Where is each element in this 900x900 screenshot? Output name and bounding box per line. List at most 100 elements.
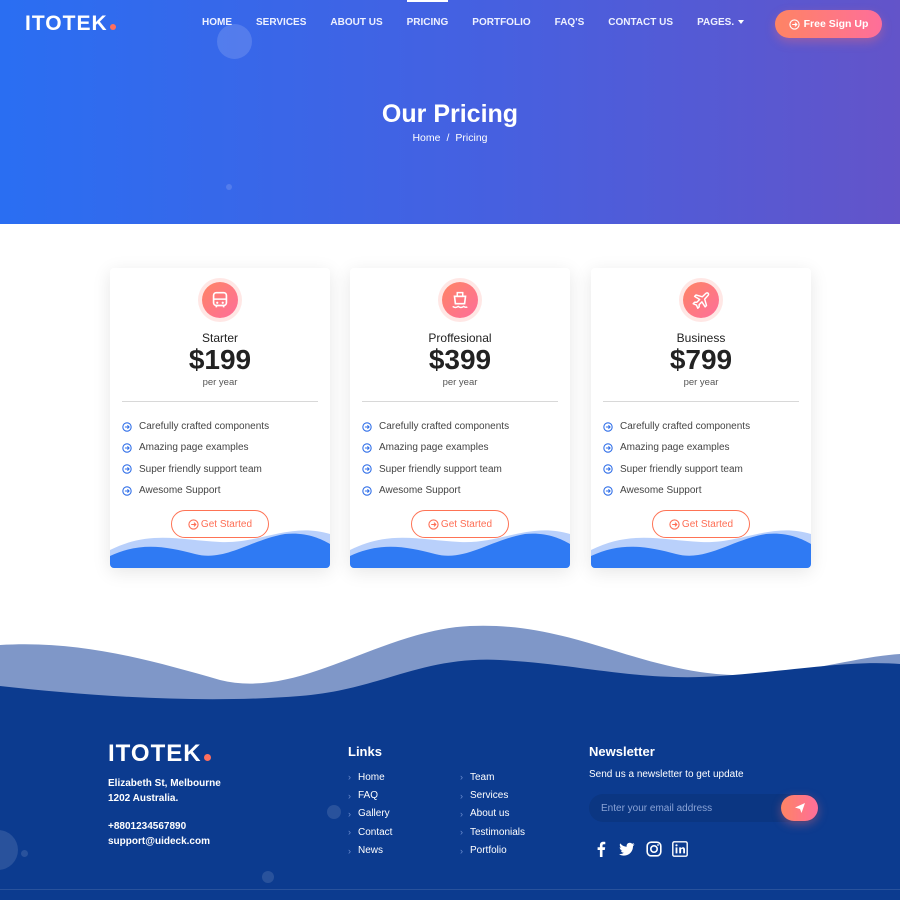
site-logo[interactable]: ITOTEK (25, 12, 116, 36)
pricing-card-starter: Starter $199 per year Carefully crafted … (110, 268, 330, 568)
feature-list: Carefully crafted components Amazing pag… (603, 416, 750, 501)
feature-item: Super friendly support team (603, 459, 750, 480)
footer-email[interactable]: support@uideck.com (108, 835, 210, 850)
airplane-icon (683, 282, 719, 318)
feature-item: Amazing page examples (362, 437, 509, 458)
arrow-circle-right-icon (428, 518, 439, 530)
arrow-circle-right-icon (362, 443, 372, 453)
footer-link-label: Contact (358, 826, 393, 838)
footer-logo[interactable]: ITOTEK (108, 740, 211, 768)
breadcrumb: Home / Pricing (0, 132, 900, 144)
footer-phone[interactable]: +8801234567890 (108, 820, 210, 835)
chevron-right-icon: › (460, 808, 463, 819)
footer-links-col1: › Home › FAQ › Gallery › Contact › News (348, 768, 392, 860)
nav-contact-us[interactable]: CONTACT US (608, 0, 673, 46)
feature-text: Amazing page examples (620, 442, 730, 454)
decor-bubble (21, 850, 28, 857)
footer-link-label: FAQ (358, 790, 379, 802)
facebook-icon[interactable] (592, 840, 610, 858)
footer-links-title: Links (348, 744, 382, 759)
newsletter-email-input[interactable] (601, 794, 771, 822)
footer-link-label: Team (470, 771, 495, 783)
free-signup-button[interactable]: Free Sign Up (775, 10, 882, 38)
plan-price: $199 (188, 344, 252, 375)
plan-price: $799 (669, 344, 733, 375)
paper-plane-icon (794, 803, 805, 813)
footer-link-label: Testimonials (470, 826, 526, 838)
footer-link-label: Home (358, 771, 385, 783)
feature-text: Carefully crafted components (379, 421, 510, 433)
free-signup-label: Free Sign Up (803, 18, 869, 30)
nav-pricing[interactable]: PRICING (406, 0, 448, 46)
logo-text: ITOTEK (25, 12, 108, 35)
footer-logo-text: ITOTEK (108, 740, 202, 767)
footer-link-faq[interactable]: › FAQ (348, 786, 392, 804)
footer-link-contact[interactable]: › Contact (348, 823, 392, 841)
linkedin-icon[interactable] (671, 840, 689, 858)
arrow-circle-right-icon (122, 421, 132, 432)
footer-link-about-us[interactable]: › About us (460, 805, 525, 823)
footer-link-testimonials[interactable]: › Testimonials (460, 823, 525, 841)
feature-text: Super friendly support team (620, 463, 743, 475)
get-started-label: Get Started (200, 518, 253, 530)
chevron-right-icon: › (348, 808, 351, 819)
get-started-label: Get Started (440, 518, 493, 530)
nav-services[interactable]: SERVICES (256, 0, 306, 46)
plan-period: per year (683, 377, 719, 388)
arrow-circle-right-icon (362, 421, 372, 432)
arrow-circle-right-icon (603, 485, 613, 496)
arrow-circle-right-icon (788, 18, 800, 30)
newsletter-form (589, 794, 819, 822)
arrow-circle-right-icon (603, 443, 613, 453)
arrow-circle-right-icon (122, 443, 132, 453)
feature-text: Awesome Support (139, 485, 221, 497)
nav-about-us[interactable]: ABOUT US (330, 0, 382, 46)
arrow-circle-right-icon (362, 464, 372, 474)
get-started-button[interactable]: Get Started (411, 510, 509, 538)
nav-pages-dropdown[interactable]: PAGES. (697, 0, 745, 46)
instagram-icon[interactable] (645, 840, 663, 858)
footer-link-home[interactable]: › Home (348, 768, 392, 786)
footer-link-services[interactable]: › Services (460, 786, 525, 804)
footer-link-portfolio[interactable]: › Portfolio (460, 842, 525, 860)
divider (362, 401, 558, 402)
chevron-right-icon: › (348, 790, 351, 801)
arrow-circle-right-icon (122, 464, 132, 474)
feature-item: Amazing page examples (603, 437, 750, 458)
footer-link-news[interactable]: › News (348, 842, 392, 860)
feature-text: Super friendly support team (139, 463, 262, 475)
footer-links-col2: › Team › Services › About us › Testimonials … (460, 768, 525, 860)
footer-link-label: Portfolio (470, 845, 507, 857)
breadcrumb-home[interactable]: Home (412, 132, 440, 144)
footer-link-team[interactable]: › Team (460, 768, 525, 786)
nav-home[interactable]: HOME (202, 0, 232, 46)
pricing-card-professional: Proffesional $399 per year Carefully cra… (350, 268, 570, 568)
footer-link-label: News (358, 845, 384, 857)
get-started-button[interactable]: Get Started (652, 510, 750, 538)
logo-dot (109, 24, 116, 30)
footer-link-label: About us (470, 808, 510, 820)
chevron-right-icon: › (348, 772, 351, 783)
nav-pages-label: PAGES. (697, 17, 735, 28)
feature-item: Carefully crafted components (603, 416, 750, 437)
feature-item: Amazing page examples (122, 437, 269, 458)
feature-list: Carefully crafted components Amazing pag… (362, 416, 509, 501)
feature-text: Carefully crafted components (620, 421, 751, 433)
main-nav: HOME SERVICES ABOUT US PRICING PORTFOLIO… (190, 0, 756, 46)
get-started-label: Get Started (681, 518, 734, 530)
get-started-button[interactable]: Get Started (171, 510, 269, 538)
page-title: Our Pricing (381, 100, 519, 128)
footer-link-gallery[interactable]: › Gallery (348, 805, 392, 823)
logo-dot (203, 754, 211, 761)
feature-item: Carefully crafted components (362, 416, 509, 437)
chevron-down-icon (738, 20, 745, 25)
twitter-icon[interactable] (618, 840, 636, 858)
plan-period: per year (442, 377, 478, 388)
newsletter-submit-button[interactable] (781, 795, 818, 821)
feature-item: Carefully crafted components (122, 416, 269, 437)
nav-faqs[interactable]: FAQ'S (555, 0, 585, 46)
divider (603, 401, 799, 402)
breadcrumb-current: Pricing (455, 132, 488, 144)
footer-divider (0, 889, 900, 890)
nav-portfolio[interactable]: PORTFOLIO (472, 0, 530, 46)
